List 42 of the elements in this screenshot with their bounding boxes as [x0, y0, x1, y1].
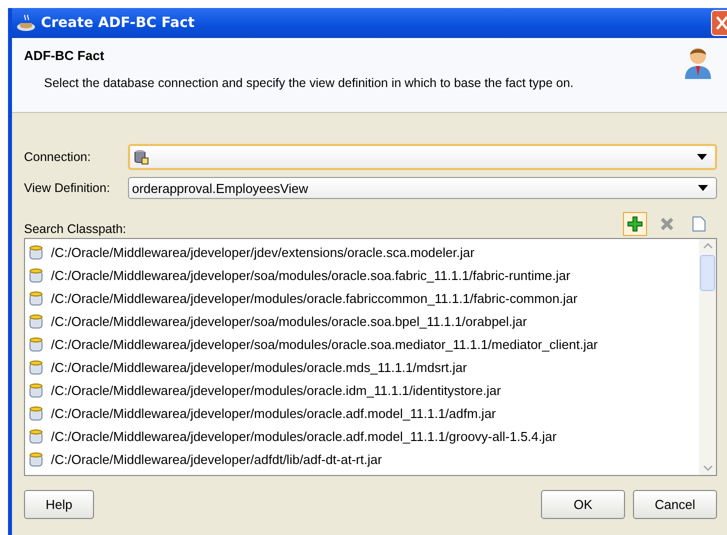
- classpath-item[interactable]: /C:/Oracle/Middlewarea/jdeveloper/soa/modules/oracle.soa.mediator_11.1.1/mediator_client.jar: [25, 333, 699, 356]
- field-label: Connection:: [24, 150, 92, 164]
- dropdown-arrow-icon: [698, 185, 708, 191]
- classpath-item[interactable]: /C:/Oracle/Middlewarea/jdeveloper/modules/oracle.idm_11.1.1/identitystore.jar: [25, 379, 699, 402]
- jar-icon: [29, 314, 43, 329]
- classpath-item[interactable]: /C:/Oracle/Middlewarea/jdeveloper/modules/oracle.mds_11.1.1/mdsrt.jar: [25, 356, 699, 379]
- classpath-item[interactable]: /C:/Oracle/Middlewarea/jdeveloper/soa/modules/oracle.soa.fabric_11.1.1/fabric-runtime.jar: [25, 264, 699, 287]
- close-icon[interactable]: [711, 10, 727, 36]
- dropdown-field[interactable]: [128, 144, 717, 170]
- jar-icon: [29, 383, 43, 398]
- add-button[interactable]: [623, 212, 647, 236]
- classpath-item[interactable]: /C:/Oracle/Middlewarea/jdeveloper/soa/modules/oracle.soa.bpel_11.1.1/orabpel.jar: [25, 310, 699, 333]
- database-icon: [133, 148, 149, 164]
- scroll-thumb[interactable]: [700, 255, 715, 291]
- delete-icon: [660, 217, 674, 231]
- jar-icon: [29, 337, 43, 352]
- cancel-button[interactable]: Cancel: [633, 490, 717, 519]
- coffee-cup-icon: [16, 14, 36, 32]
- header-description: Select the database connection and specify the view definition in which to base the fact type on.: [44, 76, 574, 90]
- jar-icon: [29, 360, 43, 375]
- vertical-scrollbar[interactable]: [699, 239, 716, 475]
- header-title: ADF-BC Fact: [24, 48, 106, 63]
- dropdown-field[interactable]: orderapproval.EmployeesView: [128, 177, 717, 199]
- dropdown-arrow-icon: [697, 154, 707, 160]
- jar-icon: [29, 268, 43, 283]
- ok-button[interactable]: OK: [541, 490, 625, 519]
- classpath-item[interactable]: /C:/Oracle/Middlewarea/jdeveloper/modules/oracle.adf.model_11.1.1/adfm.jar: [25, 402, 699, 425]
- jar-icon: [29, 429, 43, 444]
- document-icon: [692, 216, 706, 232]
- help-button[interactable]: Help: [24, 490, 94, 519]
- classpath-item[interactable]: /C:/Oracle/Middlewarea/jdeveloper/jdev/extensions/oracle.sca.modeler.jar: [25, 241, 699, 264]
- field-label: View Definition:: [24, 181, 111, 195]
- window-title: Create ADF-BC Fact: [41, 15, 195, 31]
- classpath-item[interactable]: /C:/Oracle/Middlewarea/jdeveloper/adfdt/lib/adf-dt-at-rt.jar: [25, 448, 699, 471]
- jar-icon: [29, 452, 43, 467]
- jar-icon: [29, 291, 43, 306]
- classpath-item[interactable]: /C:/Oracle/Middlewarea/jdeveloper/modules/oracle.fabriccommon_11.1.1/fabric-common.jar: [25, 287, 699, 310]
- jar-icon: [29, 245, 43, 260]
- classpath-label: Search Classpath:: [24, 222, 128, 236]
- classpath-item[interactable]: /C:/Oracle/Middlewarea/jdeveloper/modules/oracle.adf.model_11.1.1/groovy-all-1.5.4.jar: [25, 425, 699, 448]
- plus-icon: [627, 216, 643, 232]
- jar-icon: [29, 406, 43, 421]
